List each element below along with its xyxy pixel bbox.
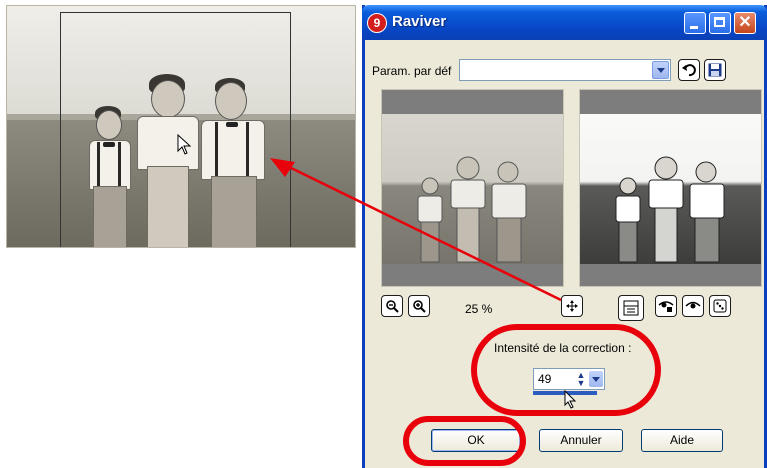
intensity-spinbox[interactable]: 49 ▲ ▼: [533, 368, 605, 390]
spin-updown-icon[interactable]: ▲ ▼: [574, 371, 588, 388]
minimize-button[interactable]: [684, 12, 706, 34]
eye-photo-icon: [658, 301, 674, 312]
preview-after[interactable]: [579, 89, 762, 287]
move-arrows-icon: [566, 300, 578, 312]
compare-after-button[interactable]: [682, 295, 704, 317]
floppy-disk-icon: [708, 63, 722, 77]
dice-icon: [713, 299, 727, 313]
layout-icon: [623, 300, 639, 316]
minimize-icon: [690, 26, 698, 29]
close-icon: ✕: [738, 14, 752, 31]
zoom-out-icon: [386, 300, 399, 313]
slider-dropdown-icon[interactable]: [589, 371, 603, 387]
ok-button[interactable]: OK: [431, 429, 521, 452]
zoom-level: 25 %: [465, 302, 493, 316]
mouse-pointer-icon: [177, 134, 192, 155]
help-button[interactable]: Aide: [641, 429, 723, 452]
zoom-in-icon: [413, 300, 426, 313]
intensity-value[interactable]: 49: [538, 372, 551, 386]
close-button[interactable]: ✕: [734, 12, 756, 34]
compare-before-button[interactable]: [655, 295, 677, 317]
maximize-button[interactable]: [709, 12, 731, 34]
crop-rectangle[interactable]: [60, 12, 291, 247]
reset-preset-button[interactable]: [678, 59, 700, 81]
preview-before[interactable]: [381, 89, 564, 287]
mouse-pointer-icon: [564, 390, 577, 409]
preset-dropdown[interactable]: [459, 59, 671, 81]
cancel-button[interactable]: Annuler: [539, 429, 623, 452]
eye-icon: [685, 301, 701, 309]
save-preset-button[interactable]: [704, 59, 726, 81]
title-bar[interactable]: 9 Raviver ✕: [362, 5, 767, 40]
undo-arrow-icon: [682, 64, 696, 77]
window-title: Raviver: [392, 13, 447, 30]
zoom-out-button[interactable]: [381, 295, 403, 317]
random-button[interactable]: [709, 295, 731, 317]
raviver-dialog: 9 Raviver ✕ Param. par déf 25 % Intensit…: [362, 5, 767, 468]
source-photo: [6, 5, 356, 248]
chevron-down-icon[interactable]: [652, 61, 669, 79]
maximize-icon: [714, 17, 725, 27]
preset-label: Param. par déf: [372, 64, 452, 78]
app-icon: 9: [367, 13, 387, 33]
split-view-button[interactable]: [618, 295, 644, 321]
after-photo-thumbnail: [615, 156, 725, 263]
zoom-in-button[interactable]: [408, 295, 430, 317]
before-photo-thumbnail: [417, 156, 527, 263]
intensity-label: Intensité de la correction :: [494, 341, 632, 355]
pan-button[interactable]: [561, 295, 583, 317]
